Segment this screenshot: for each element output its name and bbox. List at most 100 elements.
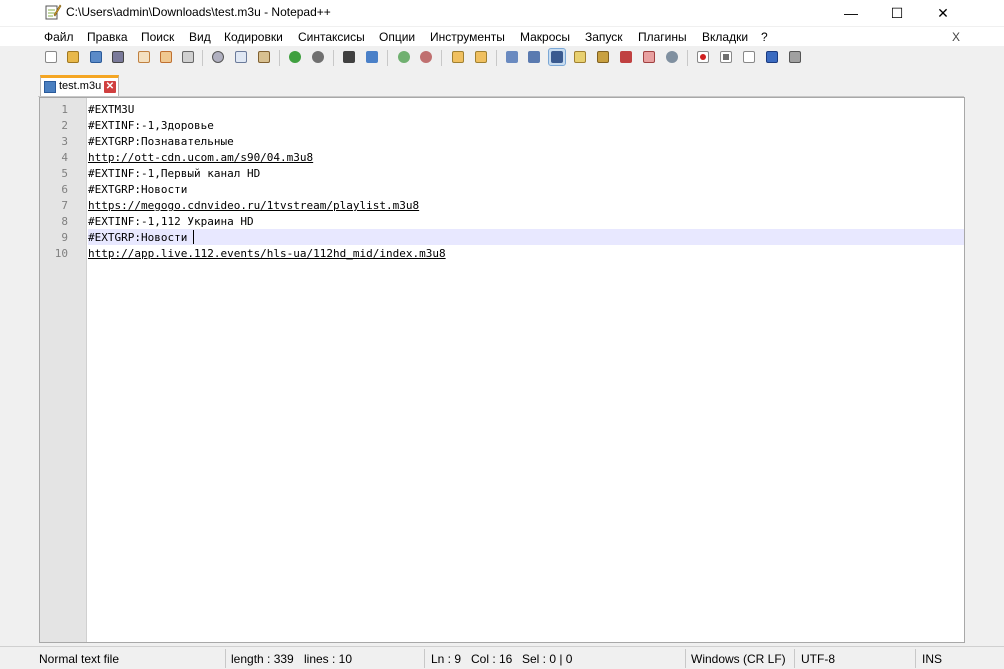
- paste-icon[interactable]: [256, 49, 272, 65]
- save-icon[interactable]: [88, 49, 104, 65]
- minimize-button[interactable]: —: [828, 0, 874, 26]
- close-all-icon[interactable]: [158, 49, 174, 65]
- text-caret: [193, 230, 194, 244]
- stop-record-icon[interactable]: [718, 49, 734, 65]
- code-line-link[interactable]: https://megogo.cdnvideo.ru/1tvstream/pla…: [88, 197, 964, 213]
- run-macro-multiple-icon[interactable]: [764, 49, 780, 65]
- line-number: 8: [61, 215, 68, 228]
- replace-icon[interactable]: [364, 49, 380, 65]
- status-eol[interactable]: Windows (CR LF): [691, 652, 786, 666]
- toolbar-separator: [333, 50, 334, 66]
- title-bar: C:\Users\admin\Downloads\test.m3u - Note…: [0, 0, 1004, 26]
- status-separator: [685, 649, 686, 668]
- indent-guide-icon[interactable]: [548, 48, 566, 66]
- status-file-type: Normal text file: [39, 652, 120, 666]
- menu-run[interactable]: Запуск: [585, 30, 623, 44]
- function-list-icon[interactable]: [618, 49, 634, 65]
- tab-label: test.m3u: [59, 80, 102, 92]
- toolbar-separator: [387, 50, 388, 66]
- menu-settings[interactable]: Опции: [379, 30, 415, 44]
- status-separator: [225, 649, 226, 668]
- status-insert-mode[interactable]: INS: [922, 652, 942, 666]
- status-separator: [915, 649, 916, 668]
- play-macro-icon[interactable]: [741, 49, 757, 65]
- status-encoding[interactable]: UTF-8: [801, 652, 835, 666]
- user-lang-icon[interactable]: [572, 49, 588, 65]
- line-number: 4: [61, 151, 68, 164]
- line-number: 3: [61, 135, 68, 148]
- menu-view[interactable]: Вид: [189, 30, 211, 44]
- status-separator: [424, 649, 425, 668]
- line-number: 6: [61, 183, 68, 196]
- line-number: 10: [54, 247, 68, 260]
- menu-edit[interactable]: Правка: [87, 30, 128, 44]
- monitoring-icon[interactable]: [664, 49, 680, 65]
- code-line-link[interactable]: http://app.live.112.events/hls-ua/112hd_…: [88, 245, 964, 261]
- toolbar-separator: [441, 50, 442, 66]
- code-line[interactable]: #EXTINF:-1,112 Украина HD: [88, 213, 964, 229]
- status-column: Col : 16: [471, 652, 513, 666]
- menu-encoding[interactable]: Кодировки: [224, 30, 283, 44]
- toolbar-separator: [496, 50, 497, 66]
- folder-workspace-icon[interactable]: [641, 49, 657, 65]
- doc-map-icon[interactable]: [595, 49, 611, 65]
- close-icon[interactable]: [136, 49, 152, 65]
- status-separator: [794, 649, 795, 668]
- maximize-button[interactable]: ☐: [874, 0, 920, 26]
- cut-icon[interactable]: [210, 49, 226, 65]
- menu-help[interactable]: ?: [761, 30, 768, 44]
- save-macro-icon[interactable]: [787, 49, 803, 65]
- status-selection: Sel : 0 | 0: [522, 652, 573, 666]
- word-wrap-icon[interactable]: [504, 49, 520, 65]
- close-document-button[interactable]: X: [952, 30, 960, 44]
- menu-tools[interactable]: Инструменты: [430, 30, 505, 44]
- menu-window[interactable]: Вкладки: [702, 30, 748, 44]
- toolbar-separator: [202, 50, 203, 66]
- undo-icon[interactable]: [287, 49, 303, 65]
- menu-file[interactable]: Файл: [44, 30, 74, 44]
- new-file-icon[interactable]: [43, 49, 59, 65]
- record-macro-icon[interactable]: [695, 49, 711, 65]
- code-line[interactable]: #EXTGRP:Новости: [88, 181, 964, 197]
- find-icon[interactable]: [341, 49, 357, 65]
- status-line: Ln : 9: [431, 652, 462, 666]
- line-number: 2: [61, 119, 68, 132]
- zoom-in-icon[interactable]: [396, 49, 412, 65]
- zoom-out-icon[interactable]: [418, 49, 434, 65]
- maximize-icon: ☐: [890, 4, 904, 21]
- save-all-icon[interactable]: [110, 49, 126, 65]
- open-file-icon[interactable]: [65, 49, 81, 65]
- sync-vertical-icon[interactable]: [450, 49, 466, 65]
- code-line[interactable]: #EXTGRP:Познавательные: [88, 133, 964, 149]
- menu-search[interactable]: Поиск: [141, 30, 174, 44]
- close-window-button[interactable]: ✕: [920, 0, 966, 26]
- text-editor[interactable]: 1 2 3 4 5 6 7 8 9 10 #EXTM3U #EXTINF:-1,…: [39, 97, 965, 643]
- redo-icon[interactable]: [310, 49, 326, 65]
- print-icon[interactable]: [180, 49, 196, 65]
- code-area[interactable]: #EXTM3U #EXTINF:-1,Здоровье #EXTGRP:Позн…: [88, 98, 964, 642]
- show-all-chars-icon[interactable]: [526, 49, 542, 65]
- code-line[interactable]: #EXTINF:-1,Первый канал HD: [88, 165, 964, 181]
- code-line[interactable]: #EXTINF:-1,Здоровье: [88, 117, 964, 133]
- line-number: 7: [61, 199, 68, 212]
- saved-file-icon: [44, 81, 56, 93]
- line-number: 1: [61, 103, 68, 116]
- menu-plugins[interactable]: Плагины: [638, 30, 687, 44]
- tab-test-m3u[interactable]: test.m3u ✕: [40, 75, 119, 96]
- code-line-link[interactable]: http://ott-cdn.ucom.am/s90/04.m3u8: [88, 149, 964, 165]
- tab-close-icon[interactable]: ✕: [104, 81, 116, 93]
- sync-horizontal-icon[interactable]: [473, 49, 489, 65]
- notepadpp-window: C:\Users\admin\Downloads\test.m3u - Note…: [0, 0, 1004, 669]
- toolbar-separator: [687, 50, 688, 66]
- code-line-current[interactable]: #EXTGRP:Новости: [88, 229, 964, 245]
- code-line[interactable]: #EXTM3U: [88, 101, 964, 117]
- menu-language[interactable]: Синтаксисы: [298, 30, 365, 44]
- status-length: length : 339: [231, 652, 294, 666]
- copy-icon[interactable]: [233, 49, 249, 65]
- menu-macro[interactable]: Макросы: [520, 30, 570, 44]
- tab-bar: test.m3u ✕: [38, 72, 964, 97]
- close-icon: ✕: [937, 4, 949, 21]
- status-lines: lines : 10: [304, 652, 353, 666]
- toolbar: [0, 46, 1004, 70]
- minimize-icon: —: [844, 5, 858, 21]
